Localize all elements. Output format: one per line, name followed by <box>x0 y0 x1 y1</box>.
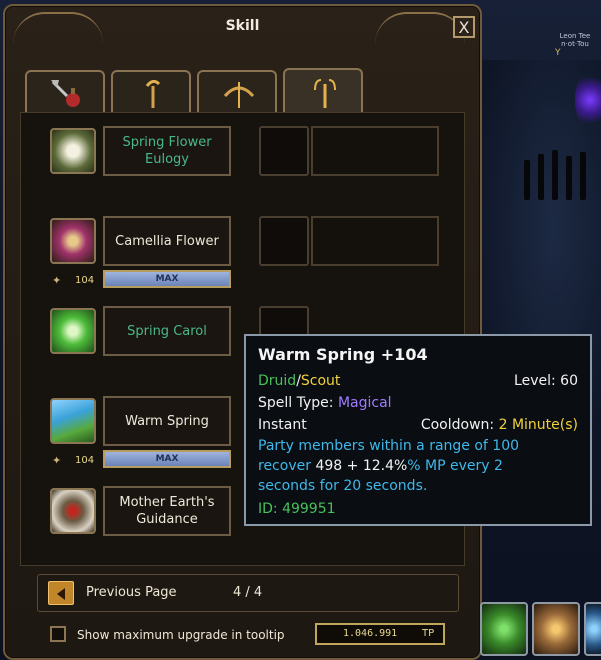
tab-staff[interactable] <box>111 70 191 114</box>
empty-skill-slot-name <box>311 126 439 176</box>
skill-tooltip: Warm Spring +104 Druid/Scout Level: 60 S… <box>244 334 592 526</box>
tooltip-level-value: 60 <box>560 373 578 389</box>
empty-skill-slot-name <box>311 216 439 266</box>
spring-carol-icon[interactable] <box>50 308 96 354</box>
tooltip-desc-line2: recover 498 + 12.4%% MP every 2 <box>258 458 503 474</box>
tooltip-cast-time: Instant <box>258 417 307 433</box>
warm-spring-icon[interactable] <box>50 398 96 444</box>
staff-icon <box>145 79 161 108</box>
npc-mark: Y <box>555 48 561 58</box>
tooltip-level-label: Level: <box>514 373 556 389</box>
pagination-bar: Previous Page 4 / 4 <box>37 574 459 612</box>
close-button[interactable]: X <box>453 16 475 38</box>
tooltip-class-druid: Druid <box>258 373 297 389</box>
skill-name-spring-flower-eulogy: Spring Flower Eulogy <box>103 126 231 176</box>
show-max-upgrade-checkbox[interactable] <box>50 626 66 642</box>
hotbar-slot-nature-icon[interactable] <box>480 602 528 656</box>
empty-skill-slot-icon <box>259 126 309 176</box>
previous-page-label[interactable]: Previous Page <box>86 585 177 600</box>
show-max-upgrade-label[interactable]: Show maximum upgrade in tooltip <box>77 628 285 642</box>
tooltip-cooldown-value: 2 Minute(s) <box>498 417 578 433</box>
tooltip-title: Warm Spring +104 <box>258 345 428 364</box>
tooltip-id: ID: 499951 <box>258 501 336 517</box>
tp-display: 1.046.991 TP <box>315 623 445 645</box>
skill-max-bar: MAX <box>103 450 231 468</box>
skill-max-bar: MAX <box>103 270 231 288</box>
spring-flower-eulogy-icon[interactable] <box>50 128 96 174</box>
skill-name-warm-spring: Warm Spring <box>103 396 231 446</box>
arrow-left-icon <box>57 588 65 600</box>
previous-page-button[interactable] <box>48 581 74 605</box>
trident-icon <box>314 79 336 108</box>
tp-unit: TP <box>422 628 435 639</box>
skill-level-icon: ✦ <box>52 274 62 287</box>
axe-potion-icon <box>51 80 80 107</box>
skill-name-mother-earths-guidance: Mother Earth's Guidance <box>103 486 231 536</box>
skill-name-spring-carol: Spring Carol <box>103 306 231 356</box>
tooltip-spell-type-value: Magical <box>337 395 392 411</box>
title-bar[interactable]: Skill X <box>5 6 480 46</box>
tooltip-desc-line1: Party members within a range of 100 <box>258 438 520 454</box>
fence <box>520 120 601 200</box>
skill-name-camellia-flower: Camellia Flower <box>103 216 231 266</box>
hotbar-slot-partial-icon[interactable] <box>584 602 601 656</box>
tooltip-description: Party members within a range of 100 reco… <box>258 436 578 496</box>
tooltip-spell-type-label: Spell Type: <box>258 395 334 411</box>
window-title: Skill <box>225 18 260 34</box>
tab-axe-potion[interactable] <box>25 70 105 114</box>
skill-level: 104 <box>75 455 95 466</box>
bow-icon <box>223 82 255 108</box>
npc-name-label: Leon Tee n·ot·Tou <box>559 32 591 48</box>
page-indicator: 4 / 4 <box>233 585 263 600</box>
skill-window: Skill X Spring Flower Eulogy Camellia Fl… <box>3 4 482 660</box>
empty-skill-slot-icon <box>259 216 309 266</box>
tp-value: 1.046.991 <box>343 628 398 639</box>
tab-trident[interactable] <box>283 68 363 114</box>
skill-level: 104 <box>75 275 95 286</box>
tab-bow[interactable] <box>197 70 277 114</box>
camellia-flower-icon[interactable] <box>50 218 96 264</box>
hotbar-slot-handshake-icon[interactable] <box>532 602 580 656</box>
skill-level-icon: ✦ <box>52 454 62 467</box>
tooltip-desc-line3: seconds for 20 seconds. <box>258 478 428 494</box>
tooltip-class-scout: Scout <box>300 373 341 389</box>
tooltip-cooldown-label: Cooldown: <box>420 417 495 433</box>
mother-earths-guidance-icon[interactable] <box>50 488 96 534</box>
